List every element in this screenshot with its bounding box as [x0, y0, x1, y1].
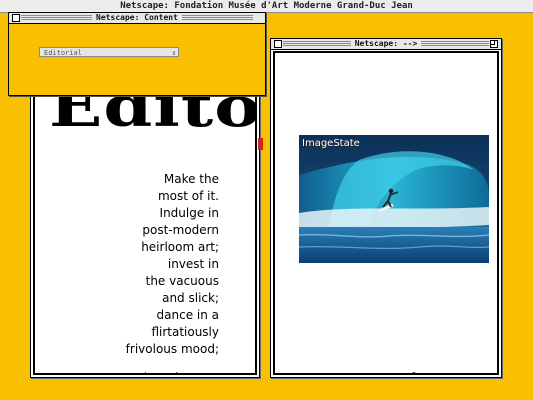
editorial-text: Make the most of it. Indulge in post-mod… — [69, 171, 219, 358]
poem-line: dance in a — [156, 308, 219, 322]
window-title: Netscape: Content — [92, 13, 182, 22]
poem-line: flirtatiously — [151, 325, 219, 339]
edito-frame: Edito Make the most of it. Indulge in po… — [33, 51, 257, 375]
app-title: Netscape: Fondation Musée d'Art Moderne … — [120, 1, 413, 11]
content-window[interactable]: Netscape: Content Editorial ⇕ — [8, 12, 266, 96]
poem-line: post-modern — [142, 223, 219, 237]
hand-pointer-icon — [412, 372, 416, 373]
poem-line: invest in — [167, 257, 219, 271]
wave-image — [299, 135, 489, 263]
image-watermark: ImageState — [302, 138, 360, 149]
poem-line: frivolous mood; — [125, 342, 219, 356]
poem-line: most of it. — [157, 189, 219, 203]
poem-line: Indulge in — [159, 206, 219, 220]
chevron-updown-icon: ⇕ — [171, 49, 176, 57]
poem-line: and slick; — [162, 291, 219, 305]
page-decoration — [258, 138, 263, 150]
section-select-value: Editorial — [44, 49, 82, 57]
image-window-titlebar[interactable]: Netscape: --> — [271, 39, 501, 50]
zoom-box[interactable] — [490, 40, 498, 48]
close-box[interactable] — [274, 40, 282, 48]
poem-line: Make the — [163, 172, 219, 186]
image-frame: ImageState — [273, 51, 499, 375]
window-title: Netscape: --> — [350, 39, 422, 48]
surfer-photo: ImageState — [299, 135, 489, 263]
double-headed-arrow-icon[interactable] — [137, 371, 185, 375]
poem-line: the vacuous — [145, 274, 219, 288]
section-select[interactable]: Editorial ⇕ — [39, 47, 179, 57]
image-window[interactable]: Netscape: --> ImageState — [270, 38, 502, 378]
poem-line: heirloom art; — [141, 240, 219, 254]
close-box[interactable] — [12, 14, 20, 22]
content-window-titlebar[interactable]: Netscape: Content — [9, 13, 265, 24]
